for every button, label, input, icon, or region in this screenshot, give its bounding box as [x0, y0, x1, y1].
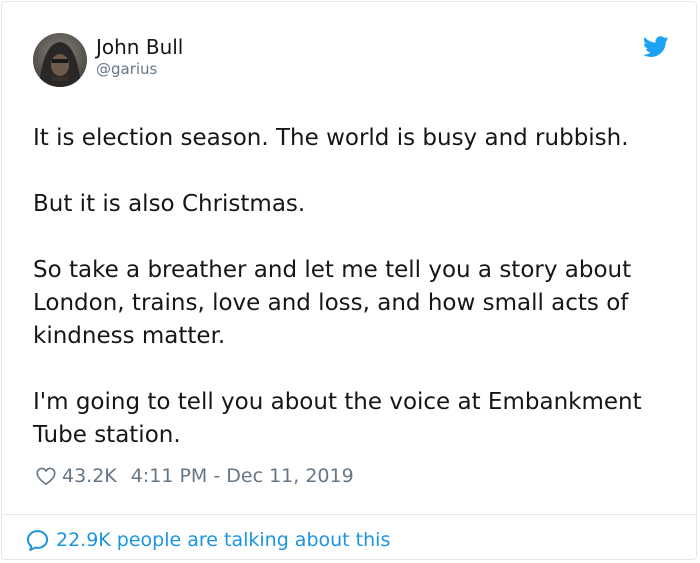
like-count: 43.2K	[62, 465, 117, 487]
tweet-timestamp[interactable]: 4:11 PM - Dec 11, 2019	[131, 465, 354, 487]
tweet-paragraph: I'm going to tell you about the voice at…	[33, 389, 642, 448]
tweet-paragraph: But it is also Christmas.	[33, 191, 306, 217]
speech-bubble-icon	[26, 529, 49, 551]
tweet-paragraph: It is election season. The world is busy…	[33, 125, 629, 151]
tweet-meta: 43.2K 4:11 PM - Dec 11, 2019	[35, 463, 354, 489]
conversation-text[interactable]: 22.9K people are talking about this	[56, 529, 390, 551]
author-name[interactable]: John Bull	[96, 35, 183, 59]
author-handle[interactable]: @garius	[96, 60, 157, 78]
twitter-bird-icon[interactable]	[642, 36, 669, 58]
like-button[interactable]: 43.2K	[35, 465, 131, 487]
tweet-card[interactable]: John Bull @garius It is election season.…	[1, 1, 697, 560]
conversation-link[interactable]: 22.9K people are talking about this	[25, 526, 390, 554]
tweet-text: It is election season. The world is busy…	[33, 122, 678, 452]
tweet-paragraph: So take a breather and let me tell you a…	[33, 257, 632, 349]
divider	[2, 514, 696, 515]
heart-icon	[36, 467, 56, 486]
avatar[interactable]	[33, 33, 87, 87]
